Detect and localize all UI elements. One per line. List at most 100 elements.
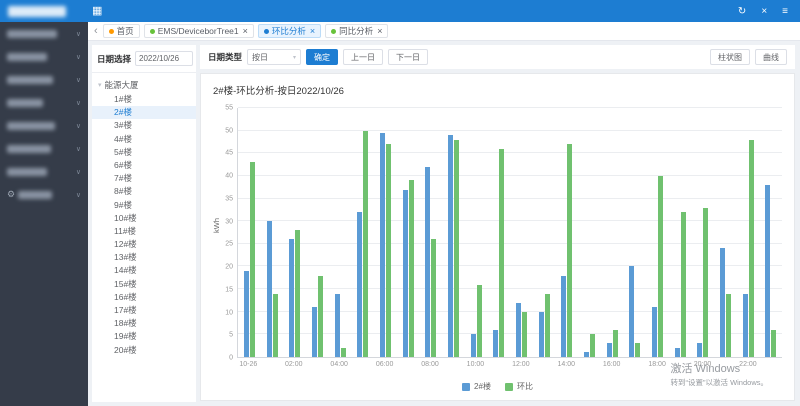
bar-环比[interactable] [318, 276, 323, 357]
bar-环比[interactable] [749, 140, 754, 357]
bar-2#楼[interactable] [471, 334, 476, 357]
tree-item-6#楼[interactable]: 6#楼 [92, 159, 196, 172]
bar-环比[interactable] [726, 294, 731, 357]
line-chart-button[interactable]: 曲线 [755, 49, 787, 65]
tree-item-10#楼[interactable]: 10#楼 [92, 212, 196, 225]
bar-2#楼[interactable] [493, 330, 498, 357]
legend-item-环比[interactable]: 环比 [505, 381, 533, 392]
bar-环比[interactable] [658, 176, 663, 357]
bar-2#楼[interactable] [335, 294, 340, 357]
sidebar-item[interactable]: ∨ [0, 160, 88, 183]
tab-首页[interactable]: 首页 [103, 24, 140, 38]
tree-item-19#楼[interactable]: 19#楼 [92, 330, 196, 343]
bar-环比[interactable] [545, 294, 550, 357]
bar-环比[interactable] [409, 180, 414, 357]
tree-item-3#楼[interactable]: 3#楼 [92, 119, 196, 132]
bar-环比[interactable] [363, 131, 368, 357]
tab-环比分析[interactable]: 环比分析× [258, 24, 321, 38]
bar-环比[interactable] [771, 330, 776, 357]
bar-2#楼[interactable] [765, 185, 770, 357]
bar-2#楼[interactable] [743, 294, 748, 357]
tree-item-17#楼[interactable]: 17#楼 [92, 304, 196, 317]
sidebar-item[interactable]: ∨ [0, 91, 88, 114]
close-icon[interactable]: × [761, 6, 767, 17]
bar-环比[interactable] [681, 212, 686, 357]
watermark-line1: 激活 Windows [670, 360, 768, 376]
sidebar-item[interactable]: ∨ [0, 114, 88, 137]
sidebar-item[interactable]: ∨ [0, 137, 88, 160]
tab-close-icon[interactable]: × [243, 27, 248, 36]
tree-item-1#楼[interactable]: 1#楼 [92, 93, 196, 106]
bar-2#楼[interactable] [652, 307, 657, 357]
confirm-button[interactable]: 确定 [306, 49, 338, 65]
bar-环比[interactable] [499, 149, 504, 357]
bar-2#楼[interactable] [289, 239, 294, 357]
bar-环比[interactable] [567, 144, 572, 357]
tree-root[interactable]: ▾ 能源大厦 [92, 77, 196, 93]
sidebar-item[interactable]: ∨ [0, 45, 88, 68]
date-type-select[interactable]: 按日 ▾ [247, 49, 301, 65]
tree-item-2#楼[interactable]: 2#楼 [92, 106, 196, 119]
bar-2#楼[interactable] [629, 266, 634, 357]
bar-2#楼[interactable] [561, 276, 566, 357]
tree-item-5#楼[interactable]: 5#楼 [92, 146, 196, 159]
bar-环比[interactable] [250, 162, 255, 357]
tree-item-18#楼[interactable]: 18#楼 [92, 317, 196, 330]
bar-2#楼[interactable] [380, 133, 385, 357]
tree-item-20#楼[interactable]: 20#楼 [92, 344, 196, 357]
tab-EMS/DeviceborTree1[interactable]: EMS/DeviceborTree1× [144, 24, 254, 38]
menu-icon[interactable]: ≡ [782, 6, 788, 17]
tree-item-15#楼[interactable]: 15#楼 [92, 278, 196, 291]
tab-close-icon[interactable]: × [310, 27, 315, 36]
bar-环比[interactable] [590, 334, 595, 357]
sidebar-item[interactable]: ∨ [0, 68, 88, 91]
bar-chart-button[interactable]: 柱状图 [710, 49, 750, 65]
bar-2#楼[interactable] [675, 348, 680, 357]
sidebar-item[interactable]: ∨ [0, 22, 88, 45]
bar-2#楼[interactable] [357, 212, 362, 357]
bar-环比[interactable] [703, 208, 708, 357]
apps-icon[interactable]: ▦ [92, 0, 102, 22]
back-chevron-icon[interactable]: ‹ [94, 25, 98, 37]
bar-环比[interactable] [635, 343, 640, 357]
bar-2#楼[interactable] [312, 307, 317, 357]
tree-item-12#楼[interactable]: 12#楼 [92, 238, 196, 251]
bar-2#楼[interactable] [539, 312, 544, 357]
bar-环比[interactable] [431, 239, 436, 357]
tree-item-4#楼[interactable]: 4#楼 [92, 133, 196, 146]
bar-2#楼[interactable] [244, 271, 249, 357]
bar-环比[interactable] [522, 312, 527, 357]
tree-item-14#楼[interactable]: 14#楼 [92, 264, 196, 277]
date-input[interactable] [135, 51, 193, 66]
bar-group [646, 108, 669, 357]
bar-2#楼[interactable] [697, 343, 702, 357]
prev-day-button[interactable]: 上一日 [343, 49, 383, 65]
bar-2#楼[interactable] [267, 221, 272, 357]
bar-环比[interactable] [477, 285, 482, 357]
bar-2#楼[interactable] [448, 135, 453, 357]
tree-item-13#楼[interactable]: 13#楼 [92, 251, 196, 264]
bar-环比[interactable] [386, 144, 391, 357]
next-day-button[interactable]: 下一日 [388, 49, 428, 65]
refresh-icon[interactable]: ↻ [738, 6, 746, 17]
bar-环比[interactable] [613, 330, 618, 357]
bar-2#楼[interactable] [584, 352, 589, 357]
bar-2#楼[interactable] [516, 303, 521, 357]
tree-item-9#楼[interactable]: 9#楼 [92, 199, 196, 212]
bar-2#楼[interactable] [425, 167, 430, 357]
tab-同比分析[interactable]: 同比分析× [325, 24, 388, 38]
bar-环比[interactable] [295, 230, 300, 357]
bar-环比[interactable] [454, 140, 459, 357]
bar-2#楼[interactable] [403, 190, 408, 358]
bar-2#楼[interactable] [720, 248, 725, 357]
bar-环比[interactable] [273, 294, 278, 357]
sidebar-item[interactable]: ⚙∨ [0, 183, 88, 206]
bar-2#楼[interactable] [607, 343, 612, 357]
tree-item-7#楼[interactable]: 7#楼 [92, 172, 196, 185]
tree-item-11#楼[interactable]: 11#楼 [92, 225, 196, 238]
tree-item-16#楼[interactable]: 16#楼 [92, 291, 196, 304]
legend-item-2#楼[interactable]: 2#楼 [462, 381, 491, 392]
tab-close-icon[interactable]: × [377, 27, 382, 36]
bar-环比[interactable] [341, 348, 346, 357]
tree-item-8#楼[interactable]: 8#楼 [92, 185, 196, 198]
